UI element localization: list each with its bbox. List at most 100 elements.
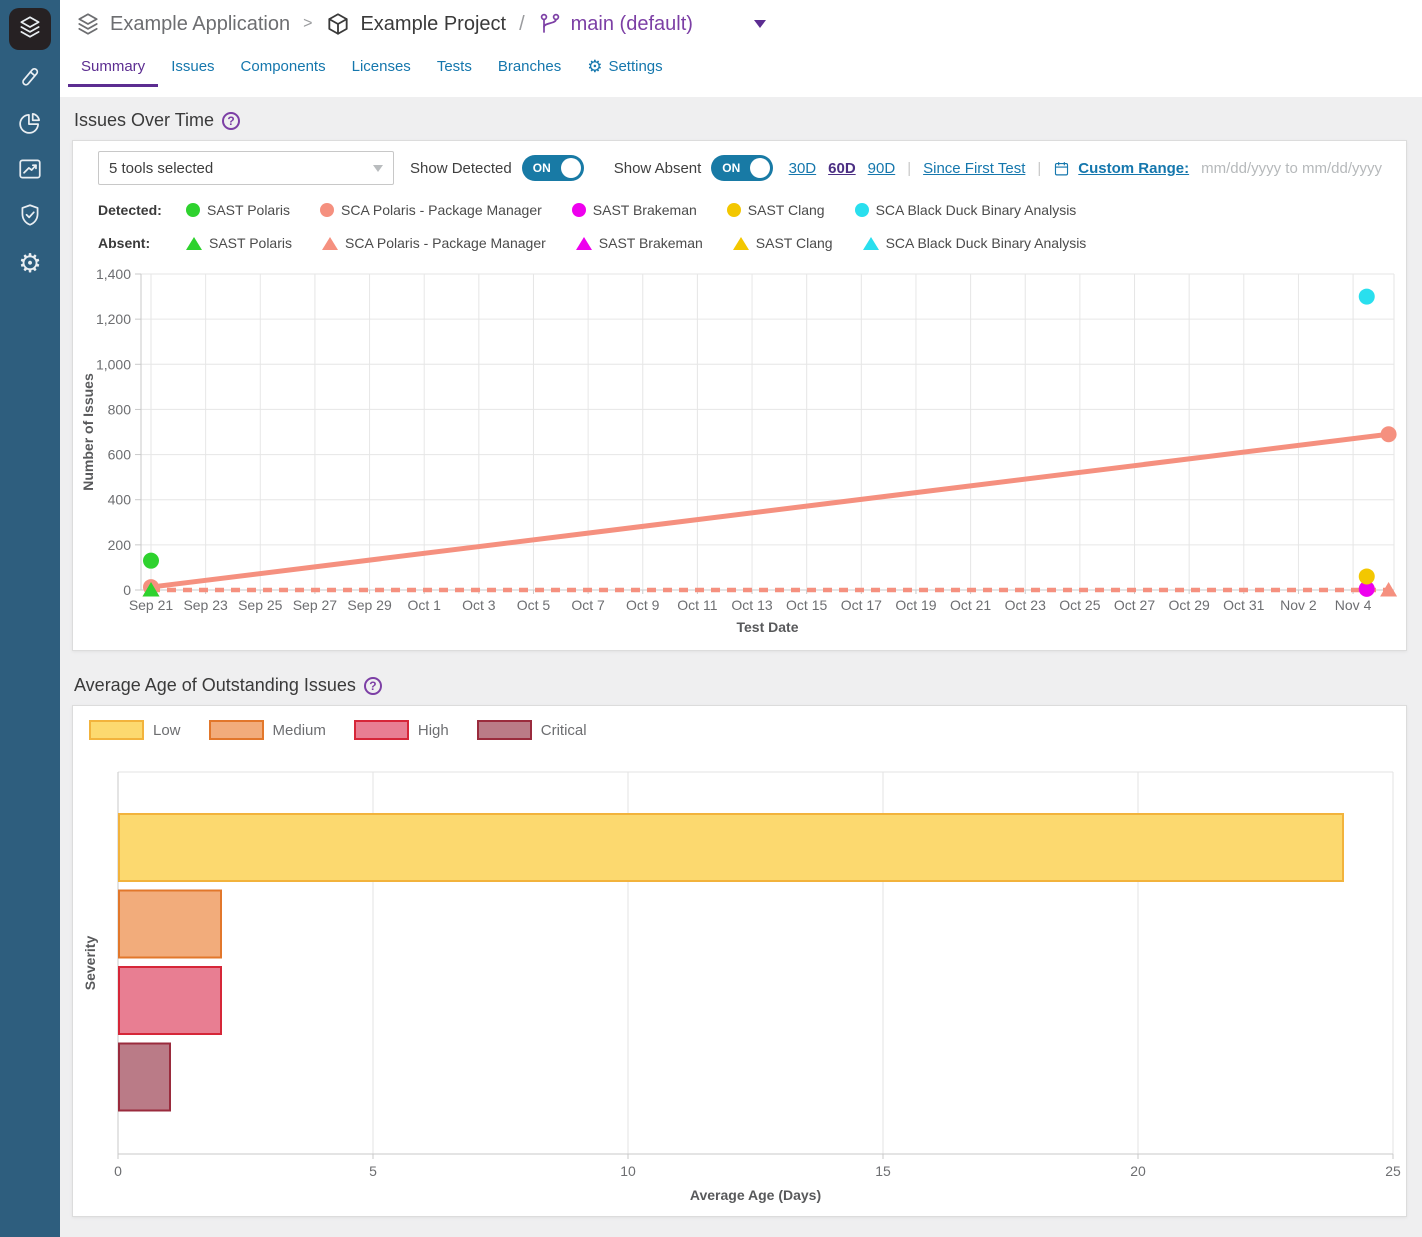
sidebar-item-applications[interactable] <box>9 8 51 50</box>
tool-triangle <box>186 237 202 250</box>
legend-item: SAST Clang <box>727 202 825 218</box>
issues-chart-toolbar: 5 tools selected Show Detected ON Show A… <box>98 151 1382 185</box>
tool-triangle <box>863 237 879 250</box>
since-first-test-link[interactable]: Since First Test <box>923 160 1025 177</box>
x-tick-label: Sep 21 <box>129 597 174 613</box>
sidebar-item-tests[interactable] <box>7 56 53 102</box>
x-tick-label: 20 <box>1130 1163 1146 1179</box>
legend-item: SAST Polaris <box>186 235 292 251</box>
x-tick-label: Sep 29 <box>347 597 392 613</box>
y-tick-label: 600 <box>108 447 132 463</box>
breadcrumb-separator: / <box>515 13 529 36</box>
tab-components[interactable]: Components <box>228 49 339 87</box>
legend-item: SAST Polaris <box>186 202 290 218</box>
range-60d-link[interactable]: 60D <box>828 160 856 177</box>
x-tick-label: Oct 15 <box>786 597 827 613</box>
sidebar-item-trends[interactable] <box>7 148 53 194</box>
branch-dropdown-caret-icon[interactable] <box>754 20 766 28</box>
x-tick-label: Oct 1 <box>407 597 441 613</box>
line-chart-icon <box>17 156 43 187</box>
sidebar-item-security[interactable] <box>7 194 53 240</box>
y-tick-label: 1,400 <box>96 266 131 282</box>
breadcrumb-branch[interactable]: main (default) <box>571 13 693 36</box>
tool-triangle <box>322 237 338 250</box>
legend-item: SCA Polaris - Package Manager <box>320 202 542 218</box>
project-cube-icon <box>325 11 351 37</box>
x-axis-title: Average Age (Days) <box>690 1187 821 1203</box>
branch-icon <box>538 12 562 36</box>
calendar-icon <box>1053 160 1070 177</box>
legend-item: SAST Brakeman <box>572 202 697 218</box>
tool-dot <box>320 203 334 217</box>
tab-tests[interactable]: Tests <box>424 49 485 87</box>
x-tick-label: 15 <box>875 1163 891 1179</box>
severity-swatch <box>354 720 409 740</box>
issues-chart-legend: Detected: SAST Polaris SCA Polaris - Pac… <box>98 197 1406 256</box>
settings-gear-icon: ⚙ <box>587 58 602 75</box>
tab-summary[interactable]: Summary <box>68 49 158 87</box>
issues-over-time-help-icon[interactable]: ? <box>222 112 240 130</box>
application-layers-icon <box>75 11 101 37</box>
date-range-links: 30D 60D 90D | Since First Test | Custom … <box>789 160 1382 177</box>
bar-medium[interactable] <box>119 891 221 958</box>
bar-critical[interactable] <box>119 1044 170 1111</box>
x-tick-label: Oct 5 <box>517 597 551 613</box>
x-tick-label: 10 <box>620 1163 636 1179</box>
data-point-sast-clang-detected[interactable] <box>1359 568 1375 584</box>
legend-item: Medium <box>209 720 326 740</box>
data-point-sca-polaris-package-manager-detected[interactable] <box>1381 426 1397 442</box>
series-line-sca-polaris-package-manager-detected <box>151 434 1389 587</box>
x-tick-label: Oct 23 <box>1005 597 1046 613</box>
x-tick-label: Oct 25 <box>1059 597 1100 613</box>
tools-select[interactable]: 5 tools selected <box>98 151 394 185</box>
pie-chart-icon <box>17 110 43 141</box>
severity-swatch <box>89 720 144 740</box>
layers-logo-icon <box>17 14 43 45</box>
legend-item: Critical <box>477 720 587 740</box>
legend-item: SAST Clang <box>733 235 833 251</box>
bar-low[interactable] <box>119 814 1343 881</box>
avg-age-card: Low Medium High Critical 0510152025Avera… <box>72 705 1407 1217</box>
y-tick-label: 1,000 <box>96 356 131 372</box>
tool-dot <box>727 203 741 217</box>
data-point-sca-black-duck-binary-analysis-detected[interactable] <box>1359 289 1375 305</box>
custom-range-input[interactable]: mm/dd/yyyy to mm/dd/yyyy <box>1201 160 1382 177</box>
breadcrumb: Example Application > Example Project / … <box>60 0 1422 37</box>
show-detected-toggle[interactable]: ON <box>522 155 584 181</box>
sidebar-item-reports[interactable] <box>7 102 53 148</box>
y-tick-label: 0 <box>123 582 131 598</box>
toggle-knob <box>561 158 581 178</box>
tool-triangle <box>733 237 749 250</box>
page-header: Example Application > Example Project / … <box>60 0 1422 97</box>
data-point-sast-polaris-detected[interactable] <box>143 553 159 569</box>
x-tick-label: Nov 4 <box>1335 597 1372 613</box>
app-sidebar: ⚙ <box>0 0 60 1237</box>
custom-range-link[interactable]: Custom Range: <box>1078 160 1189 177</box>
absent-legend-label: Absent: <box>98 235 186 251</box>
sidebar-item-settings[interactable]: ⚙ <box>7 240 53 286</box>
avg-age-chart: 0510152025Average Age (Days)Severity <box>73 752 1406 1212</box>
avg-age-help-icon[interactable]: ? <box>364 677 382 695</box>
breadcrumb-application[interactable]: Example Application <box>110 13 290 36</box>
tab-branches[interactable]: Branches <box>485 49 574 87</box>
tab-issues[interactable]: Issues <box>158 49 227 87</box>
tab-licenses[interactable]: Licenses <box>339 49 424 87</box>
range-30d-link[interactable]: 30D <box>789 160 817 177</box>
tab-bar: Summary Issues Components Licenses Tests… <box>68 49 1422 87</box>
x-tick-label: Sep 27 <box>293 597 338 613</box>
range-90d-link[interactable]: 90D <box>868 160 896 177</box>
avg-age-title: Average Age of Outstanding Issues <box>74 675 356 696</box>
x-tick-label: Oct 7 <box>571 597 605 613</box>
data-point-sca-polaris-package-manager-absent[interactable] <box>1380 582 1397 597</box>
severity-swatch <box>477 720 532 740</box>
tool-dot <box>572 203 586 217</box>
bar-high[interactable] <box>119 967 221 1034</box>
x-axis-title: Test Date <box>737 619 799 635</box>
x-tick-label: Oct 27 <box>1114 597 1155 613</box>
breadcrumb-project[interactable]: Example Project <box>360 13 506 36</box>
y-tick-label: 400 <box>108 492 132 508</box>
tab-settings[interactable]: ⚙ Settings <box>574 49 675 87</box>
show-absent-toggle[interactable]: ON <box>711 155 773 181</box>
show-detected-label: Show Detected <box>410 160 512 177</box>
x-tick-label: Oct 13 <box>731 597 772 613</box>
